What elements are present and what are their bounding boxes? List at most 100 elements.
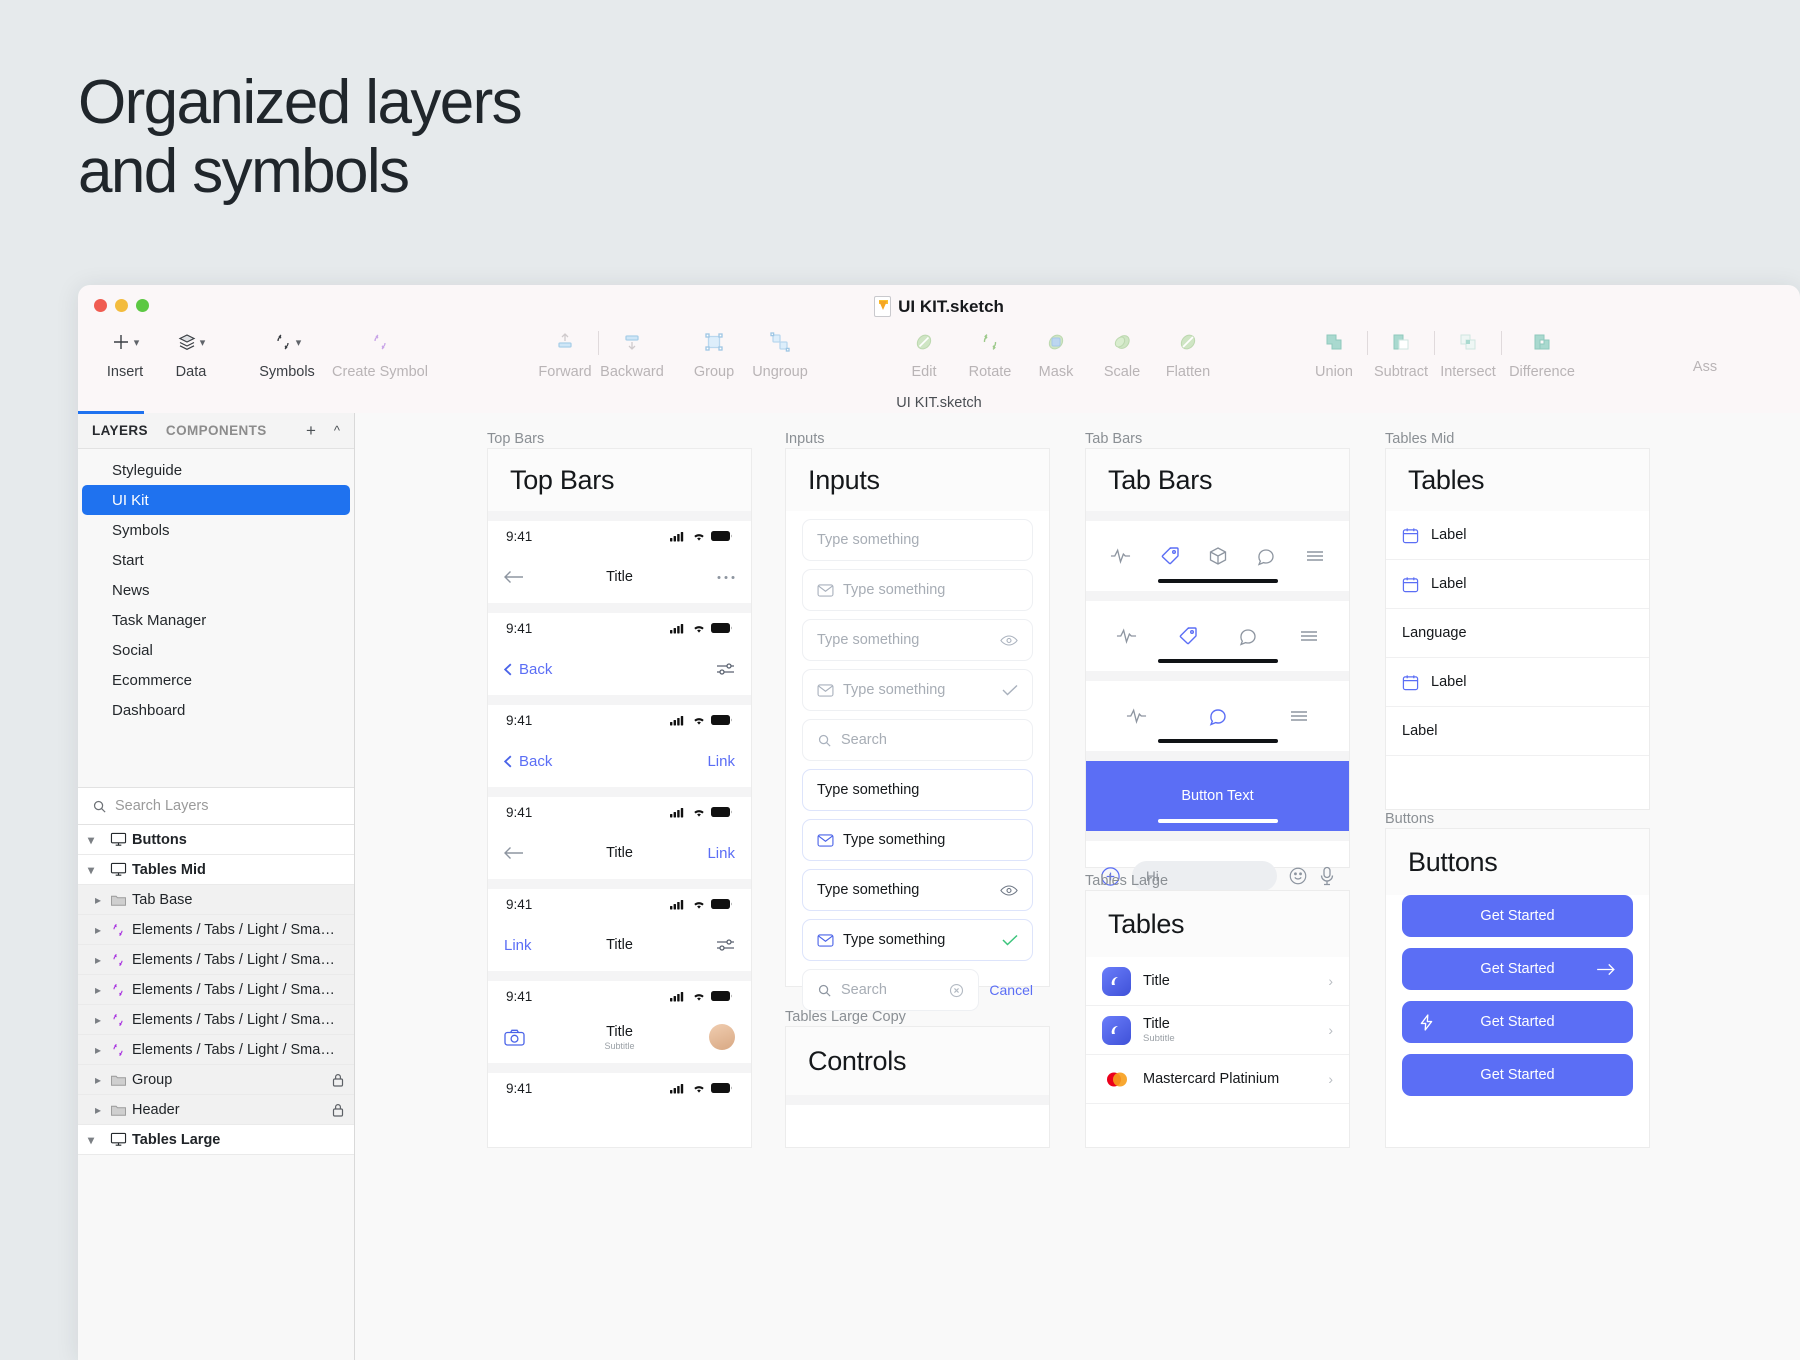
layer-row-tables-large[interactable]: ▾ Tables Large xyxy=(78,1125,354,1155)
artboard-top-bars[interactable]: Top Bars 9:41 xyxy=(487,448,752,1148)
search-layers-field[interactable]: Search Layers xyxy=(78,787,354,825)
toolbar-symbols[interactable]: ▾ Symbols xyxy=(254,325,320,380)
layer-row-symbol-4[interactable]: ▸ Elements / Tabs / Light / Sma… xyxy=(78,1005,354,1035)
design-canvas[interactable]: Top Bars Top Bars 9:41 xyxy=(355,413,1800,1360)
sliders-icon[interactable] xyxy=(716,662,735,676)
chevron-down-icon[interactable]: ▾ xyxy=(78,833,104,847)
chat-icon[interactable] xyxy=(1208,707,1228,726)
board-label-inputs[interactable]: Inputs xyxy=(785,431,825,447)
chevron-right-icon[interactable]: ▸ xyxy=(78,893,104,907)
chevron-up-icon[interactable]: ^ xyxy=(334,424,340,437)
input-filled-mail[interactable]: Type something xyxy=(802,819,1033,861)
back-link[interactable]: Back xyxy=(504,661,552,678)
activity-icon[interactable] xyxy=(1110,548,1131,564)
chevron-right-icon[interactable]: ▸ xyxy=(78,1073,104,1087)
chevron-down-icon[interactable]: ▾ xyxy=(78,1133,104,1147)
artboard-tab-bars[interactable]: Tab Bars xyxy=(1085,448,1350,868)
artboard-tables-large[interactable]: Tables Title › Title Subtitle › xyxy=(1085,890,1350,1148)
board-label-tables-large[interactable]: Tables Large xyxy=(1085,873,1168,889)
input-empty-mail-valid[interactable]: Type something xyxy=(802,669,1033,711)
input-filled-password[interactable]: Type something xyxy=(802,869,1033,911)
eye-icon[interactable] xyxy=(1000,884,1018,897)
smile-icon[interactable] xyxy=(1288,866,1308,886)
search-cancel-button[interactable]: Cancel xyxy=(989,982,1033,998)
page-item-news[interactable]: News xyxy=(82,575,350,605)
table-row[interactable]: Title Subtitle › xyxy=(1086,1006,1349,1055)
page-item-social[interactable]: Social xyxy=(82,635,350,665)
more-icon[interactable] xyxy=(717,575,735,580)
box-icon[interactable] xyxy=(1208,546,1228,566)
eye-icon[interactable] xyxy=(1000,634,1018,647)
back-arrow-icon[interactable] xyxy=(504,846,524,860)
input-empty-password[interactable]: Type something xyxy=(802,619,1033,661)
sliders-icon[interactable] xyxy=(716,938,735,952)
layer-row-header[interactable]: ▸ Header xyxy=(78,1095,354,1125)
chat-icon[interactable] xyxy=(1238,627,1258,646)
artboard-tables-mid[interactable]: Tables Label Label Language Label xyxy=(1385,448,1650,810)
chevron-right-icon[interactable]: ▸ xyxy=(78,953,104,967)
back-link[interactable]: Back xyxy=(504,753,552,770)
camera-icon[interactable] xyxy=(504,1029,525,1046)
artboard-buttons[interactable]: Buttons Get Started Get Started Get Star… xyxy=(1385,828,1650,1148)
chevron-down-icon[interactable]: ▾ xyxy=(78,863,104,877)
chevron-right-icon[interactable]: ▸ xyxy=(78,923,104,937)
input-filled-mail-valid[interactable]: Type something xyxy=(802,919,1033,961)
layer-row-group[interactable]: ▸ Group xyxy=(78,1065,354,1095)
chat-icon[interactable] xyxy=(1256,547,1276,566)
chevron-right-icon[interactable]: ▸ xyxy=(78,1043,104,1057)
layer-row-symbol-2[interactable]: ▸ Elements / Tabs / Light / Sma… xyxy=(78,945,354,975)
tab-layers[interactable]: LAYERS xyxy=(92,423,148,438)
nav-left-link[interactable]: Link xyxy=(504,937,532,954)
page-item-start[interactable]: Start xyxy=(82,545,350,575)
page-item-dashboard[interactable]: Dashboard xyxy=(82,695,350,725)
page-item-styleguide[interactable]: Styleguide xyxy=(82,455,350,485)
artboard-controls[interactable]: Controls xyxy=(785,1026,1050,1148)
get-started-button-plain-2[interactable]: Get Started xyxy=(1402,1054,1633,1096)
page-item-symbols[interactable]: Symbols xyxy=(82,515,350,545)
lock-icon[interactable] xyxy=(332,1103,344,1117)
tab-components[interactable]: COMPONENTS xyxy=(166,423,267,438)
tag-icon[interactable] xyxy=(1160,546,1180,566)
chevron-right-icon[interactable]: ▸ xyxy=(78,983,104,997)
layer-row-tab-base[interactable]: ▸ Tab Base xyxy=(78,885,354,915)
board-label-tables-mid[interactable]: Tables Mid xyxy=(1385,431,1454,447)
page-item-ui-kit[interactable]: UI Kit xyxy=(82,485,350,515)
toolbar-data[interactable]: ▾ Data xyxy=(158,325,224,380)
board-label-top-bars[interactable]: Top Bars xyxy=(487,431,544,447)
chevron-right-icon[interactable]: ▸ xyxy=(78,1103,104,1117)
lock-icon[interactable] xyxy=(332,1073,344,1087)
board-label-buttons[interactable]: Buttons xyxy=(1385,811,1434,827)
page-item-ecommerce[interactable]: Ecommerce xyxy=(82,665,350,695)
layer-row-symbol-1[interactable]: ▸ Elements / Tabs / Light / Sma… xyxy=(78,915,354,945)
nav-action-link[interactable]: Link xyxy=(707,845,735,862)
table-row[interactable]: Label xyxy=(1386,560,1649,609)
table-row[interactable]: Mastercard Platinium › xyxy=(1086,1055,1349,1104)
table-row[interactable]: Title › xyxy=(1086,957,1349,1006)
activity-icon[interactable] xyxy=(1126,708,1147,724)
get-started-button-plain[interactable]: Get Started xyxy=(1402,895,1633,937)
table-row[interactable]: Label xyxy=(1386,511,1649,560)
layer-row-symbol-5[interactable]: ▸ Elements / Tabs / Light / Sma… xyxy=(78,1035,354,1065)
board-label-tables-large-copy[interactable]: Tables Large Copy xyxy=(785,1009,906,1025)
tab-bar-primary-button[interactable]: Button Text xyxy=(1086,761,1349,831)
mic-icon[interactable] xyxy=(1319,866,1335,886)
layer-row-buttons[interactable]: ▾ Buttons xyxy=(78,825,354,855)
board-label-tab-bars[interactable]: Tab Bars xyxy=(1085,431,1142,447)
chevron-right-icon[interactable]: ▸ xyxy=(78,1013,104,1027)
table-row[interactable]: Label xyxy=(1386,707,1649,756)
plus-icon[interactable]: + xyxy=(306,422,316,439)
table-row[interactable]: Label xyxy=(1386,658,1649,707)
clear-icon[interactable] xyxy=(949,983,964,998)
tag-icon[interactable] xyxy=(1178,626,1198,646)
input-search-empty[interactable]: Search xyxy=(802,719,1033,761)
layer-row-tables-mid[interactable]: ▾ Tables Mid xyxy=(78,855,354,885)
menu-icon[interactable] xyxy=(1305,549,1325,563)
input-filled-plain[interactable]: Type something xyxy=(802,769,1033,811)
layer-row-symbol-3[interactable]: ▸ Elements / Tabs / Light / Sma… xyxy=(78,975,354,1005)
avatar[interactable] xyxy=(709,1024,735,1050)
artboard-inputs[interactable]: Inputs Type something Type something Typ… xyxy=(785,448,1050,987)
nav-action-link[interactable]: Link xyxy=(707,753,735,770)
get-started-button-arrow[interactable]: Get Started xyxy=(1402,948,1633,990)
toolbar-insert[interactable]: ▾ Insert xyxy=(92,325,158,380)
menu-icon[interactable] xyxy=(1289,709,1309,723)
